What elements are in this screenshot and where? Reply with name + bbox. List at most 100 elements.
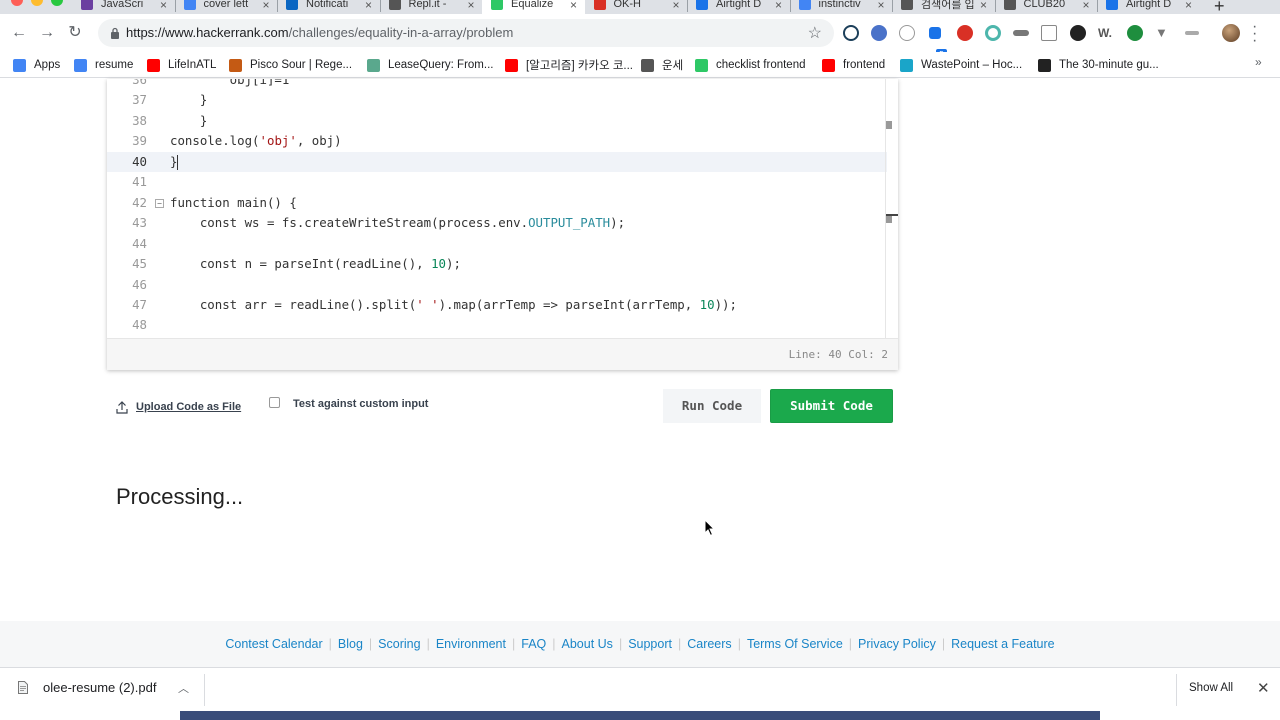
footer-link[interactable]: Request a Feature [945,637,1061,651]
browser-tab[interactable]: CLUB20 × [995,0,1098,14]
close-tab-icon[interactable]: × [877,0,884,12]
run-code-button[interactable]: Run Code [663,389,761,423]
code-line[interactable]: 46 [107,275,887,295]
close-tab-icon[interactable]: × [160,0,167,12]
close-tab-icon[interactable]: × [1082,0,1089,12]
code-line[interactable]: 43 const ws = fs.createWriteStream(proce… [107,213,887,233]
show-all-downloads-button[interactable]: Show All [1189,682,1233,694]
code-line[interactable]: 41 [107,172,887,192]
custom-input-label[interactable]: Test against custom input [293,398,428,410]
maximize-window-button[interactable] [51,0,63,6]
browser-tab[interactable]: cover lett × [175,0,278,14]
code-line[interactable]: 42− function main() { [107,193,887,213]
code-line[interactable]: 36 obj[i]=1 [107,79,887,90]
close-tab-icon[interactable]: × [467,0,474,12]
footer-link[interactable]: Scoring [372,637,426,651]
editor-scrollbar[interactable] [885,79,886,338]
extension-teal-icon[interactable] [985,25,1001,41]
bookmark-item[interactable]: Apps [13,55,60,75]
footer-link[interactable]: FAQ [515,637,552,651]
footer-link[interactable]: Privacy Policy [852,637,942,651]
close-tab-icon[interactable]: × [1185,0,1192,12]
react-devtools-icon[interactable] [843,25,859,41]
new-tab-button[interactable]: + [1214,0,1225,14]
footer-link[interactable]: About Us [556,637,619,651]
github-icon[interactable] [1070,25,1086,41]
custom-input-checkbox[interactable] [269,396,280,408]
extension-green-icon[interactable] [1127,25,1143,41]
bookmark-item[interactable]: 운세 [641,55,683,75]
address-bar[interactable]: https://www.hackerrank.com/challenges/eq… [98,19,834,47]
browser-tab[interactable]: Notificati × [277,0,380,14]
bookmark-item[interactable]: [알고리즘] 카카오 코... [505,55,633,75]
browser-tab[interactable]: JavaScri × [72,0,175,14]
browser-tab[interactable]: 검색어를 입 × [892,0,995,14]
extension-w-icon[interactable]: W. [1098,26,1112,40]
close-window-button[interactable] [11,0,23,6]
extension-grey-icon[interactable] [899,25,915,41]
browser-tab[interactable]: OK-H × [585,0,688,14]
line-number: 40 [132,153,147,169]
code-line[interactable]: 45 const n = parseInt(readLine(), 10); [107,254,887,274]
close-tab-icon[interactable]: × [570,0,577,12]
close-tab-icon[interactable]: × [365,0,372,12]
code-line[interactable]: 38 } [107,111,887,131]
footer-link[interactable]: Support [622,637,678,651]
code-line[interactable]: 48 [107,315,887,335]
footer-link[interactable]: Environment [430,637,512,651]
bookmark-item[interactable]: checklist frontend [695,55,806,75]
upload-code-label[interactable]: Upload Code as File [136,401,241,413]
forward-button[interactable]: → [36,22,58,44]
fold-toggle-icon[interactable]: − [155,198,164,208]
footer-link[interactable]: Contest Calendar [219,637,328,651]
code-editor[interactable]: 36 obj[i]=1 37 } 38 } 39 console.log('obj', … [107,79,898,370]
extension-glasses-icon[interactable] [1013,30,1029,36]
browser-tab[interactable]: Repl.it - × [380,0,483,14]
download-item[interactable]: olee-resume (2).pdf [18,680,156,695]
bookmark-item[interactable]: frontend [822,55,885,75]
bookmark-item[interactable]: The 30-minute gu... [1038,55,1159,75]
url-host: https://www.hackerrank.com [126,25,289,40]
bookmark-item[interactable]: LifeInATL [147,55,216,75]
extension-calendar-icon[interactable] [929,27,941,39]
extension-red-icon[interactable] [957,25,973,41]
code-line[interactable]: 37 } [107,90,887,110]
bookmark-item[interactable]: LeaseQuery: From... [367,55,493,75]
footer-link[interactable]: Terms Of Service [741,637,849,651]
code-line[interactable]: 47 const arr = readLine().split(' ').map… [107,295,887,315]
download-options-chevron-icon[interactable]: ︿ [178,680,189,696]
reload-button[interactable]: ↻ [64,22,86,44]
code-line[interactable]: 39 console.log('obj', obj) [107,131,887,151]
close-tab-icon[interactable]: × [262,0,269,12]
extension-shape-icon[interactable] [1041,25,1057,41]
close-downloads-icon[interactable]: ✕ [1257,679,1270,697]
browser-tab[interactable]: Equalize × [482,0,585,14]
bookmarks-overflow-icon[interactable]: » [1255,55,1262,69]
code-line[interactable]: 44 [107,234,887,254]
minimize-window-button[interactable] [31,0,43,6]
bookmark-item[interactable]: resume [74,55,133,75]
close-tab-icon[interactable]: × [980,0,987,12]
bookmark-star-icon[interactable]: ☆ [808,23,822,43]
footer-link[interactable]: Blog [332,637,369,651]
browser-tab[interactable]: Airtight D × [1097,0,1200,14]
bookmark-item[interactable]: WastePoint – Hoc... [900,55,1022,75]
extension-small-icon[interactable] [1185,31,1199,35]
browser-tab[interactable]: instinctiv × [790,0,893,14]
footer-link[interactable]: Careers [681,637,737,651]
extension-blue-icon[interactable] [871,25,887,41]
upload-code-link[interactable]: Upload Code as File [116,400,241,414]
browser-tab[interactable]: Airtight D × [687,0,790,14]
close-tab-icon[interactable]: × [672,0,679,12]
bookmark-item[interactable]: Pisco Sour | Rege... [229,55,352,75]
profile-avatar[interactable] [1222,24,1240,42]
custom-input-toggle[interactable]: Test against custom input [269,396,428,410]
close-tab-icon[interactable]: × [775,0,782,12]
extension-v-icon[interactable]: ▼ [1155,25,1168,40]
browser-menu-icon[interactable]: · · · [1252,19,1257,49]
code-line[interactable]: 40} [107,151,887,172]
download-file-name[interactable]: olee-resume (2).pdf [43,680,156,695]
submit-code-button[interactable]: Submit Code [770,389,893,423]
back-button[interactable]: ← [8,22,30,44]
code-area[interactable]: 36 obj[i]=1 37 } 38 } 39 console.log('obj', … [107,79,898,338]
